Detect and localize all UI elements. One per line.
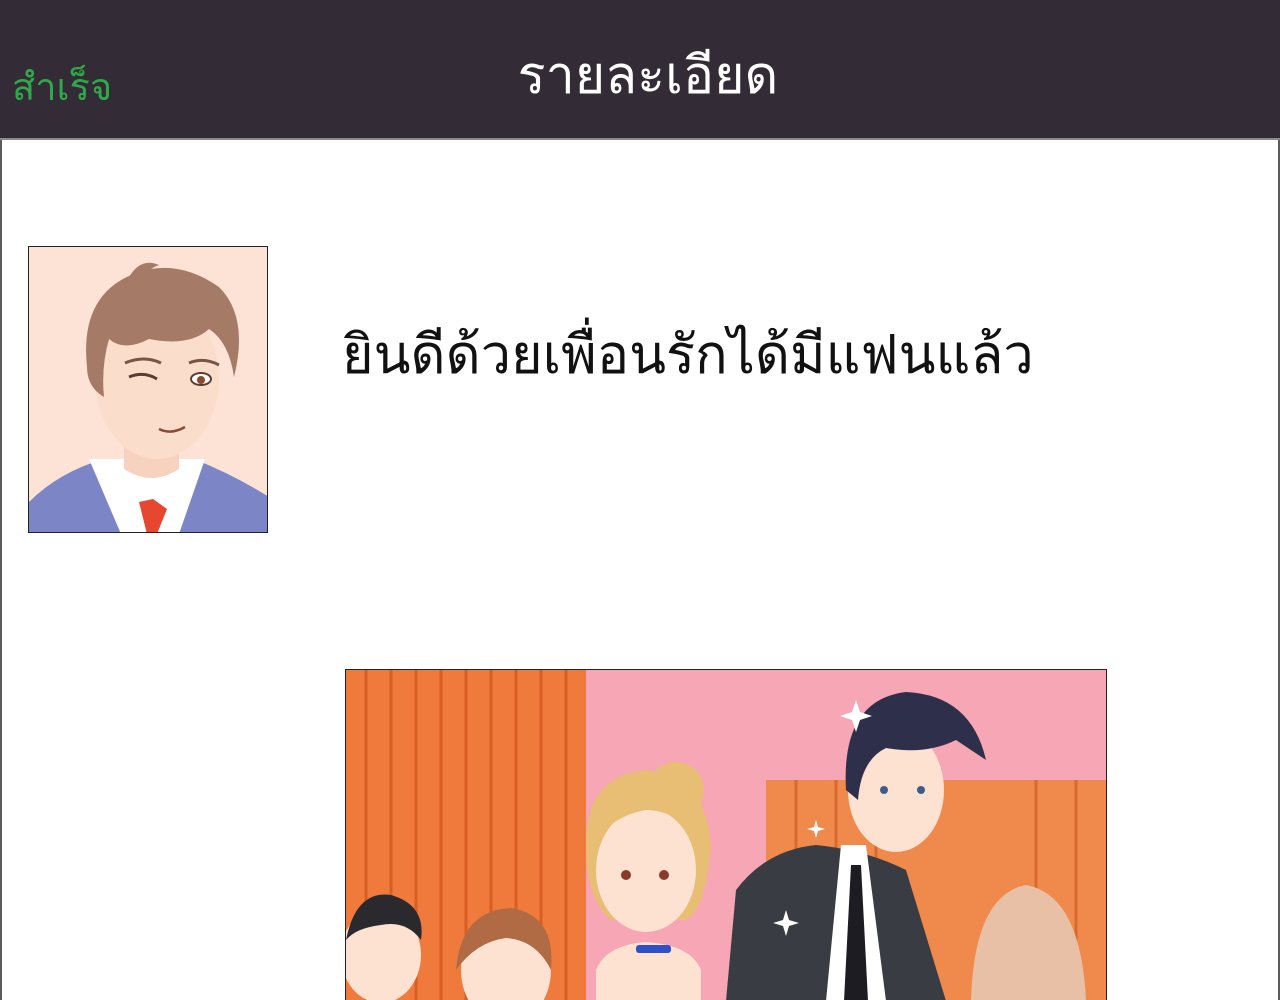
message-text: ยินดีด้วยเพื่อนรักได้มีแฟนแล้ว	[342, 323, 1034, 386]
left-border	[0, 140, 2, 1000]
party-scene-illustration	[345, 669, 1107, 1000]
page-title: รายละเอียด	[517, 46, 779, 106]
top-bar: สำเร็จ รายละเอียด	[0, 0, 1280, 140]
smiling-man-avatar-icon	[28, 246, 268, 533]
